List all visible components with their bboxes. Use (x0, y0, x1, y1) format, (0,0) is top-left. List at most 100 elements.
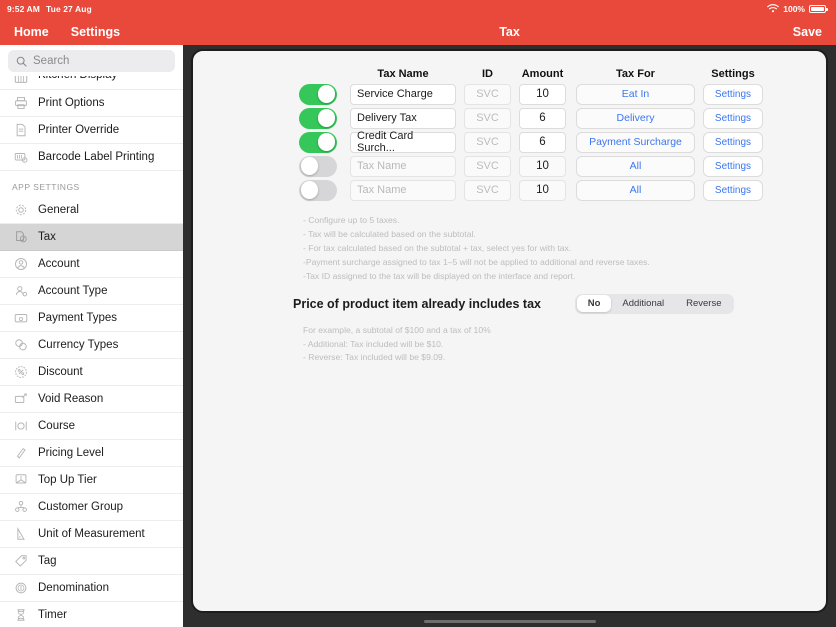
tax-for-button[interactable]: Delivery (576, 107, 695, 129)
document-icon (12, 122, 29, 139)
denomination-icon (12, 580, 29, 597)
sidebar-item-currency-types[interactable]: Currency Types (0, 332, 183, 359)
nav-home-button[interactable]: Home (14, 25, 49, 39)
sidebar-item-label: Discount (38, 366, 83, 378)
table-row: Tax Name SVC 10 All Settings (299, 178, 826, 202)
toggle-knob (300, 181, 319, 199)
column-header-settings: Settings (711, 67, 755, 80)
sidebar-item-label: Payment Types (38, 312, 118, 324)
note-line: - For tax calculated based on the subtot… (303, 242, 572, 253)
search-input[interactable]: Search (8, 50, 175, 72)
tax-name-input[interactable]: Credit Card Surch... (350, 130, 456, 154)
toggle-knob (300, 157, 319, 175)
toggle-knob (317, 85, 336, 103)
sidebar-item-discount[interactable]: Discount (0, 359, 183, 386)
segment-option-reverse[interactable]: Reverse (675, 295, 732, 312)
tax-for-button[interactable]: Payment Surcharge (576, 131, 695, 153)
top-up-tier-icon (12, 472, 29, 489)
search-placeholder: Search (33, 55, 70, 67)
column-header-id: ID (482, 67, 493, 80)
tax-name-input[interactable]: Tax Name (350, 155, 456, 177)
tax-settings-button[interactable]: Settings (703, 155, 763, 177)
tax-name-input[interactable]: Delivery Tax (350, 107, 456, 129)
tax-table: Tax Name ID Amount Tax For Settings Serv… (299, 65, 826, 202)
nav-settings-button[interactable]: Settings (71, 25, 120, 39)
tax-enable-toggle[interactable] (299, 107, 337, 129)
account-icon (12, 256, 29, 273)
sidebar-item-customer-group[interactable]: Customer Group (0, 494, 183, 521)
sidebar-item-payment-types[interactable]: Payment Types (0, 305, 183, 332)
sidebar-item-label: General (38, 204, 79, 216)
note-line: - Tax will be calculated based on the su… (303, 228, 476, 239)
printer-icon (12, 95, 29, 112)
app-root: 9:52 AM Tue 27 Aug Home Settings Search … (0, 0, 836, 627)
tax-name-input[interactable]: Service Charge (350, 83, 456, 105)
tax-id-input[interactable]: SVC (464, 107, 511, 129)
sidebar-item-account-type[interactable]: Account Type (0, 278, 183, 305)
tax-amount-input[interactable]: 10 (519, 155, 566, 177)
sidebar-item-label: Barcode Label Printing (38, 151, 155, 163)
sidebar-item-label: Void Reason (38, 393, 104, 405)
tax-enable-toggle[interactable] (299, 155, 337, 177)
sidebar-item-timer[interactable]: Timer (0, 602, 183, 627)
tax-id-input[interactable]: SVC (464, 83, 511, 105)
tax-amount-input[interactable]: 6 (519, 131, 566, 153)
status-date: Tue 27 Aug (45, 4, 92, 14)
sidebar-item-printer-override[interactable]: Printer Override (0, 117, 183, 144)
sidebar-item-top-up-tier[interactable]: Top Up Tier (0, 467, 183, 494)
sidebar-item-label: Print Options (38, 97, 105, 109)
includes-tax-title: Price of product item already includes t… (293, 296, 541, 311)
sidebar-item-label: Tax (38, 231, 56, 243)
content-card: Tax Name ID Amount Tax For Settings Serv… (191, 49, 828, 613)
tax-enable-toggle[interactable] (299, 83, 337, 105)
tax-amount-input[interactable]: 10 (519, 179, 566, 201)
sidebar-item-tax[interactable]: Tax (0, 224, 183, 251)
tax-amount-input[interactable]: 10 (519, 83, 566, 105)
tax-for-button[interactable]: Eat In (576, 83, 695, 105)
sidebar-item-course[interactable]: Course (0, 413, 183, 440)
tax-name-input[interactable]: Tax Name (350, 179, 456, 201)
sidebar-item-label: Course (38, 420, 76, 432)
tax-for-button[interactable]: All (576, 179, 695, 201)
note-line: - Configure up to 5 taxes. (303, 215, 400, 225)
tax-settings-button[interactable]: Settings (703, 107, 763, 129)
sidebar-item-denomination[interactable]: Denomination (0, 575, 183, 602)
tax-for-button[interactable]: All (576, 155, 695, 177)
status-time: 9:52 AM (7, 4, 40, 14)
tax-amount-input[interactable]: 6 (519, 107, 566, 129)
toggle-knob (317, 133, 336, 151)
sidebar-item-general[interactable]: General (0, 197, 183, 224)
note-line: -Payment surcharge assigned to tax 1–5 w… (303, 256, 650, 267)
sidebar-item-account[interactable]: Account (0, 251, 183, 278)
tax-enable-toggle[interactable] (299, 179, 337, 201)
sidebar-item-unit-of-measurement[interactable]: Unit of Measurement (0, 521, 183, 548)
ruler-icon (12, 526, 29, 543)
barcode-icon (12, 149, 29, 166)
tax-id-input[interactable]: SVC (464, 179, 511, 201)
tag-icon (12, 553, 29, 570)
sidebar-list[interactable]: Kitchen Display Print Options Printer Ov… (0, 76, 183, 627)
sidebar-item-barcode-label-printing[interactable]: Barcode Label Printing (0, 144, 183, 171)
save-button[interactable]: Save (793, 25, 822, 39)
example-line: - Reverse: Tax included will be $9.09. (303, 352, 446, 363)
device-frame: Tax Name ID Amount Tax For Settings Serv… (183, 45, 836, 627)
segment-option-no[interactable]: No (576, 295, 612, 313)
gear-icon (12, 202, 29, 219)
sidebar-item-void-reason[interactable]: Void Reason (0, 386, 183, 413)
includes-tax-segmented-control[interactable]: No Additional Reverse (575, 293, 734, 314)
sidebar-item-print-options[interactable]: Print Options (0, 90, 183, 117)
sidebar-item-kitchen-display[interactable]: Kitchen Display (0, 76, 183, 90)
tax-icon (12, 229, 29, 246)
void-reason-icon (12, 391, 29, 408)
sidebar-item-label: Pricing Level (38, 447, 104, 459)
sidebar-item-pricing-level[interactable]: Pricing Level (0, 440, 183, 467)
segment-option-additional[interactable]: Additional (611, 295, 675, 312)
search-container: Search (0, 45, 183, 76)
tax-settings-button[interactable]: Settings (703, 131, 763, 153)
tax-enable-toggle[interactable] (299, 131, 337, 153)
sidebar-item-tag[interactable]: Tag (0, 548, 183, 575)
tax-settings-button[interactable]: Settings (703, 179, 763, 201)
tax-id-input[interactable]: SVC (464, 155, 511, 177)
tax-id-input[interactable]: SVC (464, 131, 511, 153)
tax-settings-button[interactable]: Settings (703, 83, 763, 105)
